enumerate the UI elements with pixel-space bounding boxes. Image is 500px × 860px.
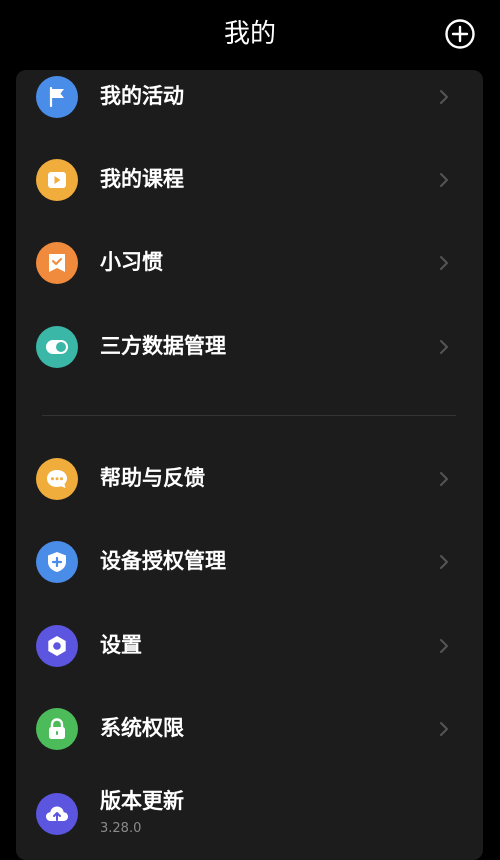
menu-label: 版本更新 — [100, 789, 184, 813]
menu-label: 小习惯 — [100, 250, 163, 274]
menu-label: 我的活动 — [100, 84, 184, 108]
top-bar: 我的 — [0, 0, 500, 70]
menu-label: 设备授权管理 — [100, 549, 226, 573]
menu-item-settings[interactable]: 设置 — [16, 604, 483, 688]
plus-circle-icon[interactable] — [444, 18, 476, 50]
cloud-upload-icon — [36, 793, 78, 835]
toggle-icon — [36, 326, 78, 368]
version-number: 3.28.0 — [100, 821, 142, 836]
menu-item-third-party-data[interactable]: 三方数据管理 — [16, 305, 483, 389]
menu-item-system-permissions[interactable]: 系统权限 — [16, 687, 483, 771]
menu-card: 我的活动 我的课程 小习惯 三方数据管理 帮助与反馈 设备授权管理 设置 系统权… — [16, 70, 483, 860]
chevron-right-icon — [439, 172, 449, 188]
shield-plus-icon — [36, 541, 78, 583]
chevron-right-icon — [439, 471, 449, 487]
menu-item-my-courses[interactable]: 我的课程 — [16, 138, 483, 222]
menu-label: 帮助与反馈 — [100, 466, 205, 490]
menu-item-version-update[interactable]: 版本更新 3.28.0 — [16, 772, 483, 856]
menu-item-small-habits[interactable]: 小习惯 — [16, 221, 483, 305]
chevron-right-icon — [439, 638, 449, 654]
chevron-right-icon — [439, 89, 449, 105]
hexagon-gear-icon — [36, 625, 78, 667]
bookmark-check-icon — [36, 242, 78, 284]
page-title: 我的 — [223, 19, 276, 49]
section-divider — [42, 415, 456, 416]
chevron-right-icon — [439, 721, 449, 737]
chevron-right-icon — [439, 554, 449, 570]
menu-item-help-feedback[interactable]: 帮助与反馈 — [16, 437, 483, 521]
menu-item-device-authorization[interactable]: 设备授权管理 — [16, 520, 483, 604]
chat-bubble-icon — [36, 458, 78, 500]
menu-label: 我的课程 — [100, 167, 184, 191]
menu-label: 设置 — [100, 633, 142, 657]
chevron-right-icon — [439, 255, 449, 271]
menu-label: 系统权限 — [100, 716, 184, 740]
menu-label: 三方数据管理 — [100, 334, 226, 358]
chevron-right-icon — [439, 339, 449, 355]
lock-icon — [36, 708, 78, 750]
play-icon — [36, 159, 78, 201]
menu-item-my-activities[interactable]: 我的活动 — [16, 70, 483, 139]
flag-icon — [36, 76, 78, 118]
